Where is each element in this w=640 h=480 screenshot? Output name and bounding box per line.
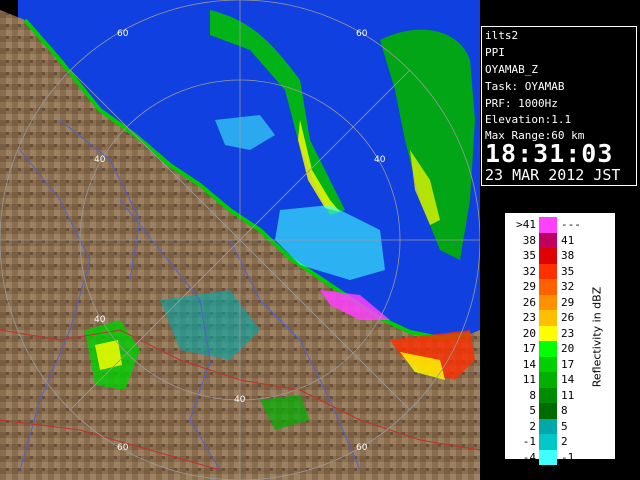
legend-high-value: 29 [561, 295, 575, 309]
legend-low-value: 23 [522, 311, 536, 324]
legend-low-value: 29 [522, 280, 536, 293]
legend-high-value: 23 [561, 326, 575, 340]
info-panel: ilts2 PPI OYAMAB_Z Task: OYAMAB PRF: 100… [481, 26, 637, 186]
range-label: 60 [356, 443, 368, 453]
legend-high-value: 35 [561, 264, 575, 278]
legend-color-swatch [539, 279, 557, 295]
product-name: OYAMAB_Z [485, 63, 538, 76]
legend-high-value: 5 [561, 419, 568, 433]
legend-color-swatch [539, 263, 557, 279]
legend-color-swatch [539, 232, 557, 248]
range-label: 40 [234, 395, 246, 405]
scan-mode: PPI [485, 46, 505, 59]
legend-low-value: 38 [522, 233, 536, 247]
legend-high-value: 41 [561, 233, 575, 247]
legend-title: Reflectivity in dBZ [590, 286, 604, 388]
range-label: 60 [117, 443, 129, 453]
legend-high-value: 20 [561, 342, 575, 355]
task-name: Task: OYAMAB [485, 80, 565, 93]
color-scale-legend: >41 --- 38 41 35 38 32 35 29 32 26 29 23 26 20 23 17 20 14… [504, 212, 616, 465]
radar-map: 60 60 40 40 40 40 60 60 [0, 0, 480, 480]
legend-color-swatch [539, 310, 557, 326]
observation-date: 23 MAR 2012 JST [485, 166, 621, 184]
legend-high-value: 14 [561, 373, 575, 386]
observation-time: 18:31:03 [485, 139, 614, 168]
prf-value: PRF: 1000Hz [485, 97, 558, 110]
legend-low-value: 14 [522, 357, 536, 371]
legend-high-value: 11 [561, 388, 575, 402]
range-label: 40 [94, 155, 106, 165]
elevation-value: Elevation:1.1 [485, 113, 572, 126]
range-label: 40 [374, 155, 386, 165]
legend-high-value: 26 [561, 311, 575, 324]
legend-high-value: 32 [561, 280, 575, 293]
legend-high-value: 38 [561, 249, 575, 262]
legend-color-swatch [539, 325, 557, 341]
legend-low-value: 17 [522, 342, 536, 355]
legend-color-swatch [539, 356, 557, 372]
legend-low-value: 26 [522, 295, 536, 309]
legend-low-value: 35 [522, 249, 536, 262]
legend-low-value: 20 [522, 326, 536, 340]
legend-low-value: 5 [529, 404, 536, 417]
legend-color-swatch [539, 341, 557, 357]
range-label: 60 [356, 29, 368, 39]
legend-color-swatch [539, 418, 557, 434]
range-rings [0, 0, 480, 480]
legend-color-swatch [539, 403, 557, 419]
legend-high-value: 2 [561, 435, 568, 448]
legend-color-swatch [539, 294, 557, 310]
legend-high-value: -1 [561, 450, 575, 464]
legend-low-value: 32 [522, 264, 536, 278]
legend-high-value: 8 [561, 404, 568, 417]
legend-color-swatch [539, 217, 557, 233]
legend-low-value: -4 [522, 450, 536, 464]
legend-low-value: 2 [529, 419, 536, 433]
legend-color-swatch [539, 449, 557, 465]
legend-low-value: 11 [522, 373, 536, 386]
legend-color-swatch [539, 434, 557, 450]
legend-color-swatch [539, 372, 557, 388]
legend-low-value: >41 [516, 218, 536, 231]
legend-low-value: 8 [529, 388, 536, 402]
legend-high-value: 17 [561, 357, 575, 371]
legend-color-swatch [539, 248, 557, 264]
legend-high-value: --- [561, 218, 581, 231]
radar-name: ilts2 [485, 29, 519, 42]
range-label: 40 [94, 315, 106, 325]
legend-color-swatch [539, 387, 557, 403]
range-label: 60 [117, 29, 129, 39]
legend-low-value: -1 [522, 435, 536, 448]
